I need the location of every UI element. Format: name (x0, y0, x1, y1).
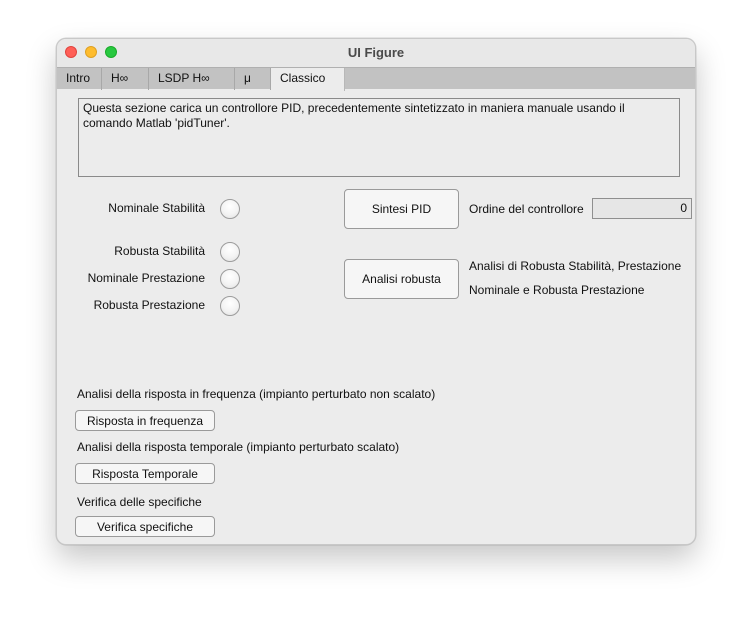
nominal-performance-label: Nominale Prestazione (87, 271, 205, 285)
title-bar: UI Figure (57, 39, 695, 67)
nominal-stability-label: Nominale Stabilità (108, 201, 205, 215)
frequency-response-button[interactable]: Risposta in frequenza (75, 410, 215, 431)
robust-analysis-button[interactable]: Analisi robusta (344, 259, 459, 299)
robust-stability-lamp (220, 242, 240, 262)
robust-stability-label: Robusta Stabilità (114, 244, 205, 258)
tab-mu[interactable]: μ (235, 68, 271, 90)
robust-performance-label: Robusta Prestazione (93, 298, 205, 312)
app-window: UI Figure Intro H∞ LSDP H∞ μ Classico Qu… (56, 38, 696, 545)
specs-section-label: Verifica delle specifiche (77, 495, 202, 509)
controller-order-label: Ordine del controllore (469, 202, 584, 216)
tab-lsdp-h-infinity[interactable]: LSDP H∞ (149, 68, 235, 90)
tab-h-infinity[interactable]: H∞ (102, 68, 149, 90)
nominal-performance-lamp (220, 269, 240, 289)
time-response-button[interactable]: Risposta Temporale (75, 463, 215, 484)
description-textarea[interactable]: Questa sezione carica un controllore PID… (78, 98, 680, 177)
window-title: UI Figure (347, 45, 405, 60)
robust-analysis-note-line1: Analisi di Robusta Stabilità, Prestazion… (469, 259, 682, 273)
controller-order-field[interactable]: 0 (592, 198, 692, 219)
nominal-stability-lamp (220, 199, 240, 219)
tab-intro[interactable]: Intro (57, 68, 102, 90)
frequency-section-label: Analisi della risposta in frequenza (imp… (77, 387, 436, 401)
tab-classico[interactable]: Classico (271, 68, 345, 91)
temporal-section-label: Analisi della risposta temporale (impian… (77, 440, 400, 454)
tab-bar: Intro H∞ LSDP H∞ μ Classico (57, 67, 695, 91)
verify-specs-button[interactable]: Verifica specifiche (75, 516, 215, 537)
robust-performance-lamp (220, 296, 240, 316)
robust-analysis-note-line2: Nominale e Robusta Prestazione (469, 283, 645, 297)
pid-synthesis-button[interactable]: Sintesi PID (344, 189, 459, 229)
